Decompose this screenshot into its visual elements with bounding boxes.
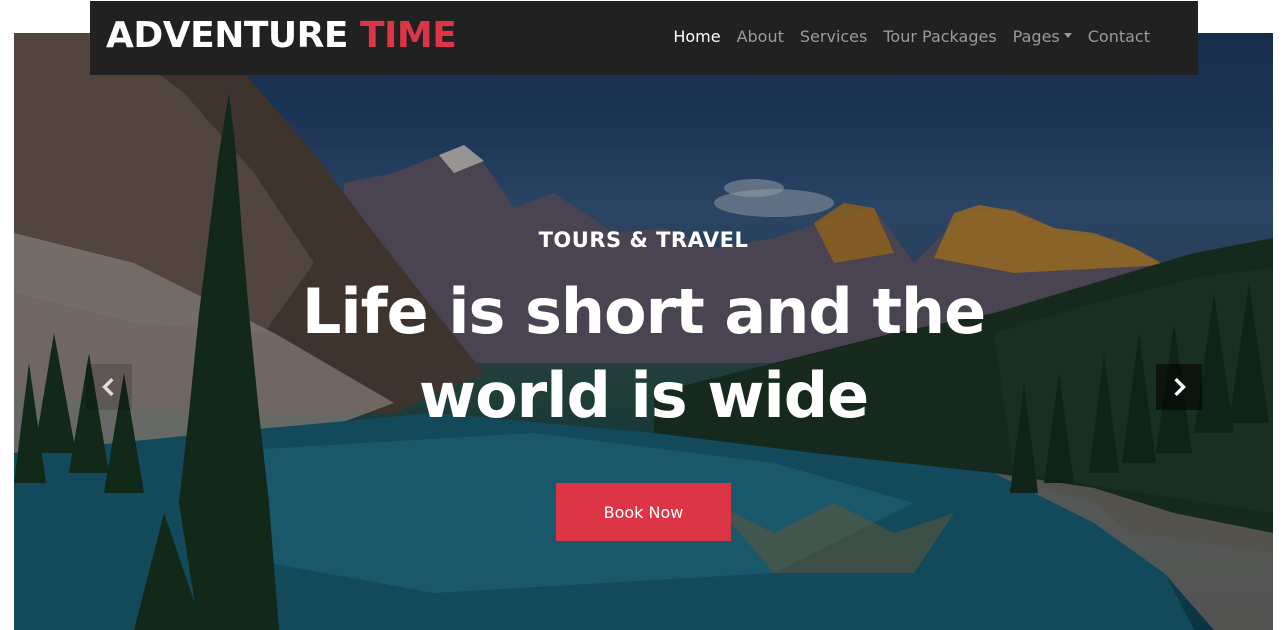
brand-logo[interactable]: ADVENTURE TIME [106,15,457,56]
nav-pages-label: Pages [1012,27,1060,46]
nav-contact[interactable]: Contact [1080,27,1158,46]
brand-accent: TIME [359,15,457,56]
chevron-left-icon [102,378,114,396]
brand-name: ADVENTURE [106,15,360,56]
hero-kicker: TOURS & TRAVEL [538,228,749,252]
nav-pages-dropdown[interactable]: Pages [1005,27,1080,46]
nav-tour-packages[interactable]: Tour Packages [875,27,1004,46]
hero-headline: Life is short and the world is wide [301,275,986,432]
nav-home[interactable]: Home [665,27,728,46]
nav-services[interactable]: Services [792,27,875,46]
chevron-right-icon [1174,378,1186,396]
carousel-next-button[interactable] [1156,364,1202,410]
hero-caption: TOURS & TRAVEL Life is short and the wor… [14,228,1273,438]
caret-down-icon [1063,33,1072,38]
navbar: ADVENTURE TIME Home About Services Tour … [90,1,1198,75]
hero-carousel: TOURS & TRAVEL Life is short and the wor… [14,33,1273,630]
carousel-prev-button[interactable] [86,364,132,410]
main-nav: Home About Services Tour Packages Pages … [665,27,1158,46]
nav-about[interactable]: About [729,27,792,46]
book-now-button[interactable]: Book Now [556,483,731,541]
